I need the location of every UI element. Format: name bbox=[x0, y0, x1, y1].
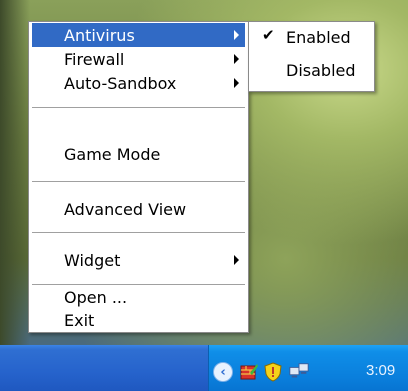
submenu-arrow-icon bbox=[234, 255, 239, 265]
menu-item-label: Widget bbox=[64, 250, 121, 270]
menu-item-label: Firewall bbox=[64, 49, 125, 69]
submenu-item-enabled[interactable]: ✔ Enabled bbox=[252, 24, 371, 50]
menu-item-open[interactable]: Open ... bbox=[32, 285, 245, 309]
menu-item-auto-sandbox[interactable]: Auto-Sandbox bbox=[32, 71, 245, 95]
menu-item-firewall[interactable]: Firewall bbox=[32, 47, 245, 71]
submenu-item-disabled[interactable]: Disabled bbox=[252, 57, 371, 83]
menu-item-widget[interactable]: Widget bbox=[32, 248, 245, 272]
submenu-arrow-icon bbox=[234, 30, 239, 40]
menu-separator bbox=[32, 107, 245, 109]
menu-item-label: Game Mode bbox=[64, 144, 161, 164]
menu-item-label: Auto-Sandbox bbox=[64, 73, 177, 93]
menu-item-antivirus[interactable]: Antivirus bbox=[32, 23, 245, 47]
submenu-item-label: Disabled bbox=[286, 60, 356, 80]
security-shield-icon[interactable] bbox=[262, 361, 284, 383]
submenu-arrow-icon bbox=[234, 54, 239, 64]
menu-item-game-mode[interactable]: Game Mode bbox=[32, 142, 245, 166]
menu-item-label: Antivirus bbox=[64, 25, 135, 45]
menu-item-label: Advanced View bbox=[64, 199, 187, 219]
tray-context-menu: Antivirus Firewall Auto-Sandbox Game Mod… bbox=[28, 21, 249, 333]
network-connection-icon[interactable] bbox=[288, 361, 310, 383]
submenu-item-label: Enabled bbox=[286, 27, 351, 47]
menu-item-advanced-view[interactable]: Advanced View bbox=[32, 197, 245, 221]
show-hidden-icons-chevron-icon[interactable]: ‹ bbox=[212, 361, 234, 383]
desktop-shadow bbox=[0, 0, 30, 345]
antivirus-submenu: ✔ Enabled Disabled bbox=[248, 21, 375, 92]
submenu-arrow-icon bbox=[234, 78, 239, 88]
menu-separator bbox=[32, 232, 245, 234]
menu-item-label: Open ... bbox=[64, 287, 128, 307]
menu-item-label: Exit bbox=[64, 310, 95, 330]
checkmark-icon: ✔ bbox=[262, 26, 275, 44]
menu-item-exit[interactable]: Exit bbox=[32, 308, 245, 332]
firewall-icon[interactable] bbox=[238, 361, 260, 383]
taskbar-clock[interactable]: 3:09 bbox=[366, 362, 395, 379]
menu-separator bbox=[32, 181, 245, 183]
